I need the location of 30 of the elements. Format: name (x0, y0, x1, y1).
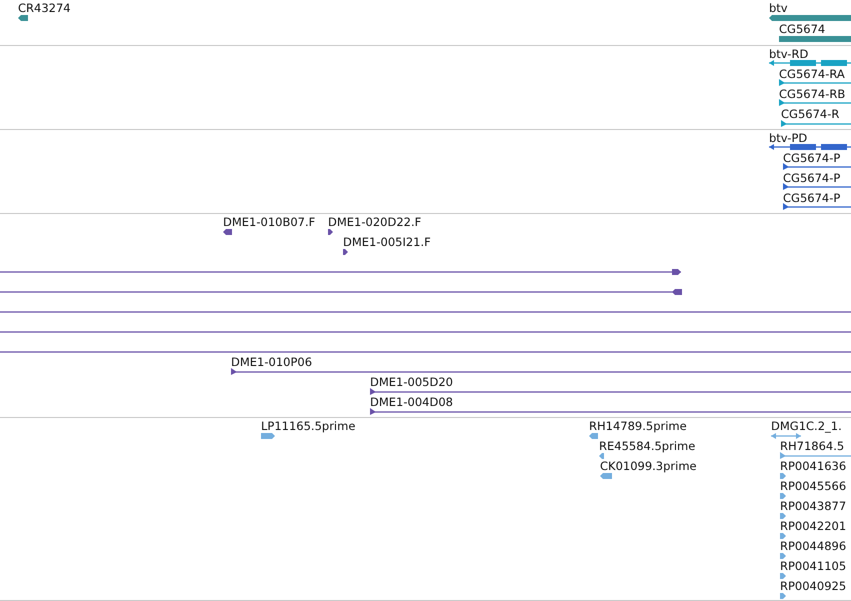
feature-label: btv-PD (769, 131, 808, 146)
feature-label: btv-RD (769, 47, 808, 62)
feature-label: RE45584.5prime (599, 439, 696, 454)
feature-label: RH14789.5prime (589, 419, 687, 434)
feature-label: RP0042201 (780, 519, 846, 534)
feature-label: DME1-010B07.F (223, 215, 316, 230)
feature-label: RH71864.5 (780, 439, 844, 454)
feature-label: DME1-005I21.F (343, 235, 431, 250)
feature-label: CG5674-P (783, 191, 840, 206)
feature-label: LP11165.5prime (261, 419, 356, 434)
feature-label: CG5674 (779, 22, 826, 37)
feature-label: RP0041105 (780, 559, 846, 574)
feature-label: CR43274 (18, 1, 71, 16)
feature-label: RP0044896 (780, 539, 846, 554)
feature-label: DME1-004D08 (370, 395, 453, 410)
feature-label: CG5674-RB (779, 87, 846, 102)
feature-label: CG5674-R (781, 107, 840, 122)
feature-label: CK01099.3prime (600, 459, 697, 474)
feature-label: CG5674-P (783, 151, 840, 166)
feature-label: DME1-005D20 (370, 375, 453, 390)
feature-label: DME1-020D22.F (328, 215, 422, 230)
feature-label: RP0043877 (780, 499, 846, 514)
feature-label: RP0040925 (780, 579, 846, 594)
feature-label: DME1-010P06 (231, 355, 312, 370)
feature-label: RP0045566 (780, 479, 846, 494)
feature-label: CG5674-RA (779, 67, 845, 82)
feature-label: DMG1C.2_1. (771, 419, 842, 434)
feature-label: btv (769, 1, 788, 16)
feature-label: CG5674-P (783, 171, 840, 186)
feature-label: RP0041636 (780, 459, 846, 474)
